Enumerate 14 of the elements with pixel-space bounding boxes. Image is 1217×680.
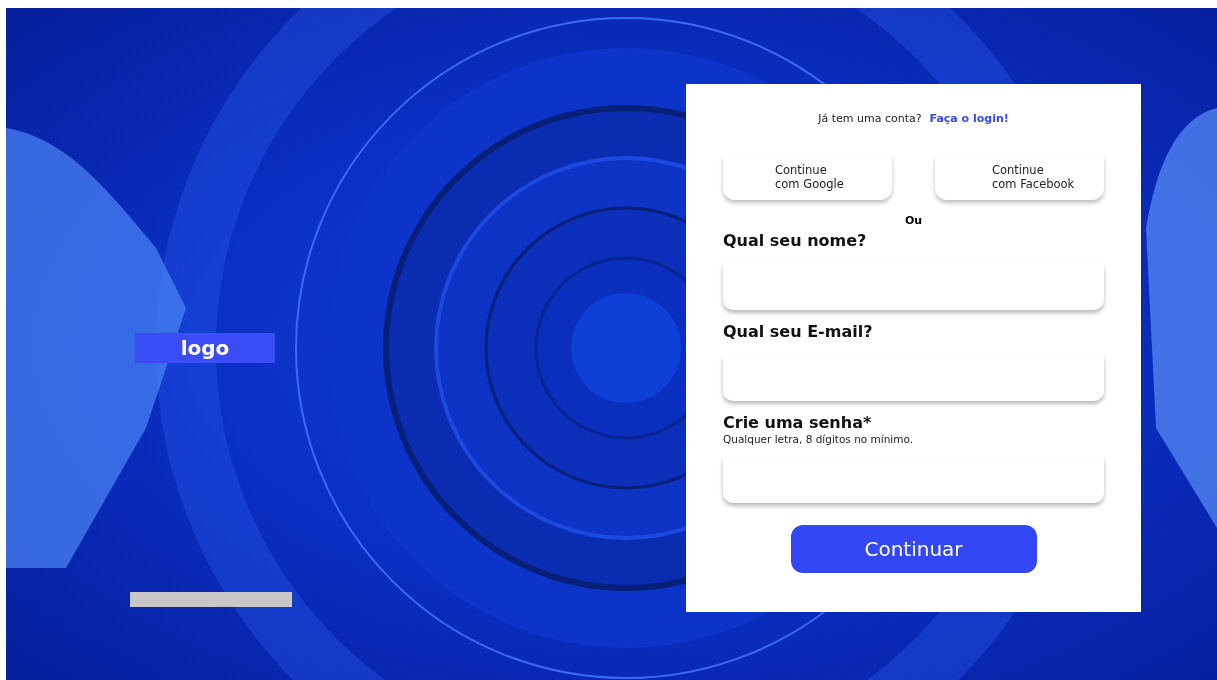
separator-text: Ou [903, 214, 924, 227]
social-login-button[interactable]: Continue com Google [723, 155, 892, 200]
logo-text: logo [180, 336, 230, 360]
field-label: Qual seu E-mail? [723, 322, 874, 341]
input-field[interactable] [723, 355, 1104, 401]
input-field[interactable] [723, 457, 1104, 503]
login-prompt: Já tem uma conta? [818, 112, 922, 125]
field-label: Crie uma senha* [723, 413, 873, 432]
social-login-button[interactable]: Continue com Facebook [935, 155, 1104, 200]
field-label: Qual seu nome? [723, 231, 868, 250]
continue-button[interactable]: Continuar [790, 525, 1037, 573]
login-link[interactable]: Faça o login! [929, 112, 1009, 125]
input-field[interactable] [723, 264, 1104, 310]
field-hint: Qualquer letra, 8 dígitos no mínimo. [723, 433, 915, 445]
